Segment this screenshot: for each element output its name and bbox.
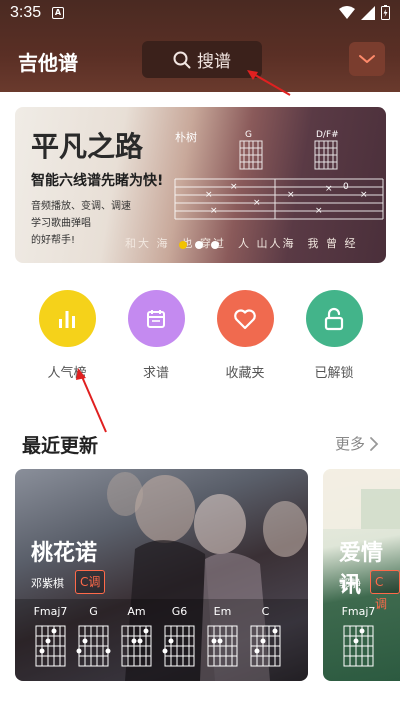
quick-action-popular[interactable]: 人气榜 bbox=[27, 290, 107, 381]
svg-text:×: × bbox=[210, 206, 218, 216]
lyric-text: 人 山人海 bbox=[238, 237, 296, 250]
banner-pagination bbox=[179, 241, 219, 249]
quick-action-favorites[interactable]: 收藏夹 bbox=[205, 290, 285, 381]
svg-text:×: × bbox=[360, 190, 368, 200]
song-card[interactable]: 桃花诺 邓紫棋 C调 Fmaj7 G Am G6 Em C bbox=[15, 469, 308, 681]
banner-desc-line: 音频播放、变调、调速 bbox=[31, 201, 131, 212]
lyric-text: 我 曾 经 bbox=[307, 237, 358, 250]
quick-action-label: 求谱 bbox=[142, 366, 169, 381]
chord-label: D/F# bbox=[316, 130, 339, 140]
chord-diagram: G bbox=[76, 605, 111, 671]
banner-desc-line: 学习歌曲弹唱 bbox=[31, 218, 91, 229]
status-icons bbox=[339, 5, 390, 20]
chevron-right-icon bbox=[370, 436, 379, 451]
pagination-dot-active[interactable] bbox=[179, 241, 187, 249]
card-title: 桃花诺 bbox=[31, 541, 98, 566]
wifi-icon bbox=[339, 5, 355, 19]
notification-icon: A bbox=[52, 7, 64, 19]
bottom-spacer bbox=[0, 698, 400, 710]
chord-name: G6 bbox=[171, 605, 188, 618]
tab-sheet-graphic: G D/F# × × × × × 0 × × × bbox=[174, 130, 384, 220]
calendar-icon bbox=[147, 309, 165, 328]
chord-diagram: C bbox=[248, 605, 283, 671]
quick-actions: 人气榜 求谱 收藏夹 已解锁 bbox=[0, 290, 400, 385]
pagination-dot[interactable] bbox=[211, 241, 219, 249]
chord-grid bbox=[250, 625, 281, 667]
unlocked-icon-circle[interactable] bbox=[305, 290, 363, 347]
chord-diagram: Em bbox=[205, 605, 240, 671]
chord-grid bbox=[35, 625, 66, 667]
banner-subtitle: 智能六线谱先睹为快! bbox=[31, 173, 164, 189]
svg-text:×: × bbox=[287, 190, 295, 200]
card-key-badge: C调 bbox=[370, 570, 400, 611]
card-artist: 郭静 bbox=[339, 577, 361, 590]
quick-action-label: 已解锁 bbox=[314, 366, 354, 381]
popular-icon-circle[interactable] bbox=[38, 290, 96, 347]
pagination-dot[interactable] bbox=[195, 241, 203, 249]
svg-text:×: × bbox=[230, 182, 238, 192]
chord-name: Fmaj7 bbox=[341, 605, 376, 618]
chord-name: C bbox=[261, 605, 270, 618]
dropdown-button[interactable] bbox=[349, 42, 385, 76]
chevron-down-icon bbox=[359, 55, 375, 63]
chord-row: Fmaj7 bbox=[341, 605, 376, 671]
chord-name: G bbox=[89, 605, 98, 618]
featured-banner[interactable]: G D/F# × × × × × 0 × × × 平凡之路 朴树 智能六线谱先睹为快! 音频播… bbox=[15, 107, 386, 263]
chord-diagram: G6 bbox=[162, 605, 197, 671]
chord-grid bbox=[207, 625, 238, 667]
bar-chart-icon bbox=[59, 310, 75, 328]
svg-text:×: × bbox=[315, 206, 323, 216]
status-bar: 3:35 A bbox=[0, 0, 400, 28]
chord-name: Fmaj7 bbox=[33, 605, 68, 618]
more-label: 更多 bbox=[335, 435, 366, 453]
search-label: 搜谱 bbox=[197, 52, 231, 72]
signal-icon bbox=[361, 5, 375, 20]
chord-name: Am bbox=[127, 605, 146, 618]
chord-grid bbox=[343, 625, 374, 667]
request-icon-circle[interactable] bbox=[127, 290, 185, 347]
top-header: 3:35 A 吉他谱 搜谱 bbox=[0, 0, 400, 92]
chord-grid bbox=[76, 625, 111, 667]
chord-row: Fmaj7 G Am G6 Em C bbox=[33, 605, 283, 671]
banner-lyrics: 和大 海 也 穿过 人 山人海 我 曾 经 bbox=[125, 235, 358, 251]
section-title: 最近更新 bbox=[22, 435, 99, 457]
svg-text:×: × bbox=[325, 184, 333, 194]
chord-diagram: Am bbox=[119, 605, 154, 671]
favorites-icon-circle[interactable] bbox=[216, 290, 274, 347]
svg-text:0: 0 bbox=[343, 182, 349, 192]
lyric-text: 和大 海 bbox=[125, 237, 170, 250]
chord-diagram: Fmaj7 bbox=[341, 605, 376, 671]
search-icon bbox=[173, 51, 191, 68]
svg-text:×: × bbox=[205, 190, 213, 200]
chord-name: Em bbox=[213, 605, 232, 618]
more-link[interactable]: 更多 bbox=[335, 433, 379, 454]
banner-description: 音频播放、变调、调速 学习歌曲弹唱 的好帮手! bbox=[31, 198, 131, 249]
banner-title: 平凡之路 bbox=[31, 130, 144, 163]
unlock-icon bbox=[324, 307, 344, 330]
quick-action-unlocked[interactable]: 已解锁 bbox=[294, 290, 374, 381]
song-card[interactable]: 爱情讯 郭静 C调 Fmaj7 bbox=[323, 469, 400, 681]
banner-artist: 朴树 bbox=[175, 131, 197, 144]
quick-action-label: 收藏夹 bbox=[225, 366, 265, 381]
battery-icon bbox=[381, 5, 390, 20]
search-button[interactable]: 搜谱 bbox=[142, 41, 262, 78]
heart-icon bbox=[234, 308, 256, 329]
quick-action-label: 人气榜 bbox=[47, 366, 87, 381]
app-title: 吉他谱 bbox=[18, 51, 78, 75]
status-time: 3:35 bbox=[10, 4, 42, 21]
card-key-badge: C调 bbox=[75, 570, 106, 594]
chord-grid bbox=[121, 625, 152, 667]
card-artist: 邓紫棋 bbox=[31, 577, 64, 590]
chord-grid bbox=[162, 625, 195, 667]
chord-diagram: Fmaj7 bbox=[33, 605, 68, 671]
banner-desc-line: 的好帮手! bbox=[31, 235, 76, 246]
quick-action-request[interactable]: 求谱 bbox=[116, 290, 196, 381]
chord-label: G bbox=[245, 130, 252, 140]
svg-text:×: × bbox=[253, 198, 261, 208]
